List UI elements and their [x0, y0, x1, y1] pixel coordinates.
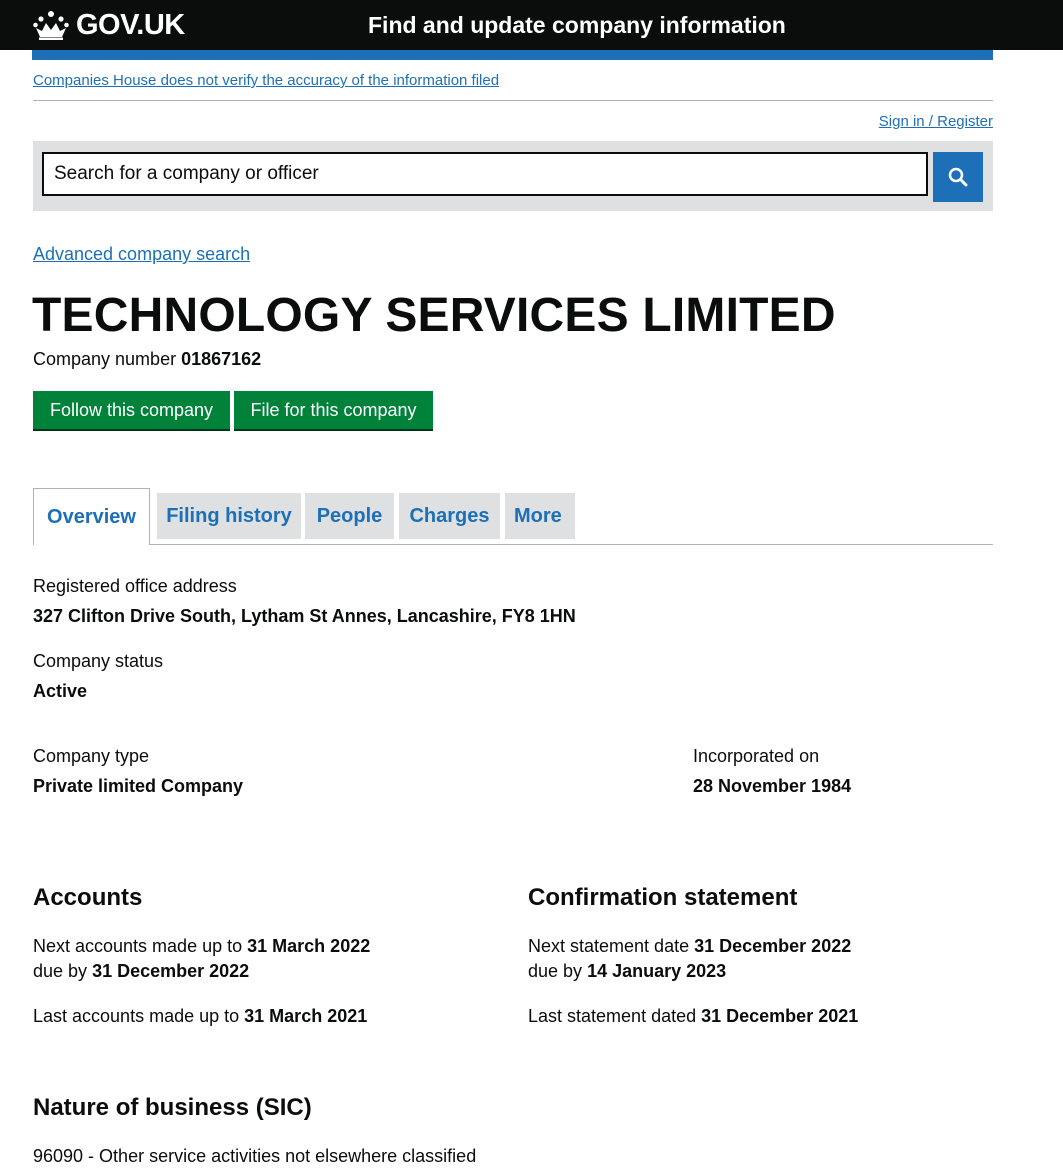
statement-due-value: 14 January 2023	[587, 961, 727, 981]
accounts-heading: Accounts	[33, 884, 143, 911]
accounts-due-label: due by	[33, 961, 88, 981]
tab-charges[interactable]: Charges	[399, 493, 500, 539]
incorporated-label: Incorporated on	[693, 746, 820, 766]
last-accounts-value: 31 March 2021	[244, 1006, 368, 1026]
last-statement-label: Last statement dated	[528, 1006, 697, 1026]
last-accounts-label: Last accounts made up to	[33, 1006, 240, 1026]
last-accounts: Last accounts made up to 31 March 2021	[33, 1005, 367, 1027]
divider	[33, 100, 993, 101]
header-accent-bar	[32, 50, 993, 60]
company-number-value: 01867162	[181, 349, 262, 369]
next-statement-value: 31 December 2022	[694, 936, 852, 956]
accounts-due-value: 31 December 2022	[92, 961, 250, 981]
signin-link[interactable]: Sign in / Register	[879, 112, 993, 132]
last-statement-value: 31 December 2021	[701, 1006, 859, 1026]
next-accounts-value: 31 March 2022	[247, 936, 371, 956]
service-name[interactable]: Find and update company information	[368, 10, 786, 40]
next-accounts: Next accounts made up to 31 March 2022	[33, 935, 370, 957]
statement-due: due by 14 January 2023	[528, 960, 726, 982]
sic-item: 96090 - Other service activities not els…	[33, 1146, 477, 1166]
search-icon	[948, 167, 968, 187]
govuk-logo[interactable]: GOV.UK	[32, 8, 185, 42]
accounts-due: due by 31 December 2022	[33, 960, 249, 982]
company-status-value: Active	[33, 681, 88, 701]
confirmation-heading: Confirmation statement	[528, 884, 798, 911]
registered-office-label: Registered office address	[33, 576, 237, 596]
search-input[interactable]	[42, 152, 928, 196]
tab-more[interactable]: More	[505, 493, 575, 539]
company-type-label: Company type	[33, 746, 150, 766]
tab-overview[interactable]: Overview	[33, 488, 150, 545]
company-number: Company number 01867162	[33, 348, 261, 370]
sic-heading: Nature of business (SIC)	[33, 1094, 312, 1121]
site-header: GOV.UK Find and update company informati…	[0, 0, 1063, 50]
last-statement: Last statement dated 31 December 2021	[528, 1005, 858, 1027]
registered-office-value: 327 Clifton Drive South, Lytham St Annes…	[33, 606, 576, 626]
company-name: TECHNOLOGY SERVICES LIMITED	[32, 289, 836, 342]
crown-icon	[33, 11, 69, 40]
tab-people[interactable]: People	[305, 493, 394, 539]
follow-company-button[interactable]: Follow this company	[33, 391, 230, 429]
company-type-value: Private limited Company	[33, 776, 244, 796]
next-statement-label: Next statement date	[528, 936, 690, 956]
tabs-divider	[33, 544, 993, 545]
logo-text: GOV.UK	[76, 8, 185, 41]
statement-due-label: due by	[528, 961, 583, 981]
next-accounts-label: Next accounts made up to	[33, 936, 243, 956]
incorporated-value: 28 November 1984	[693, 776, 852, 796]
search-bar	[33, 141, 993, 211]
file-company-button[interactable]: File for this company	[234, 391, 433, 429]
company-status-label: Company status	[33, 651, 164, 671]
next-statement: Next statement date 31 December 2022	[528, 935, 851, 957]
tab-filing-history[interactable]: Filing history	[157, 493, 301, 539]
search-button[interactable]	[933, 152, 983, 202]
disclaimer-link[interactable]: Companies House does not verify the accu…	[33, 71, 499, 91]
company-number-label: Company number	[33, 349, 177, 369]
advanced-search-link[interactable]: Advanced company search	[33, 243, 250, 265]
